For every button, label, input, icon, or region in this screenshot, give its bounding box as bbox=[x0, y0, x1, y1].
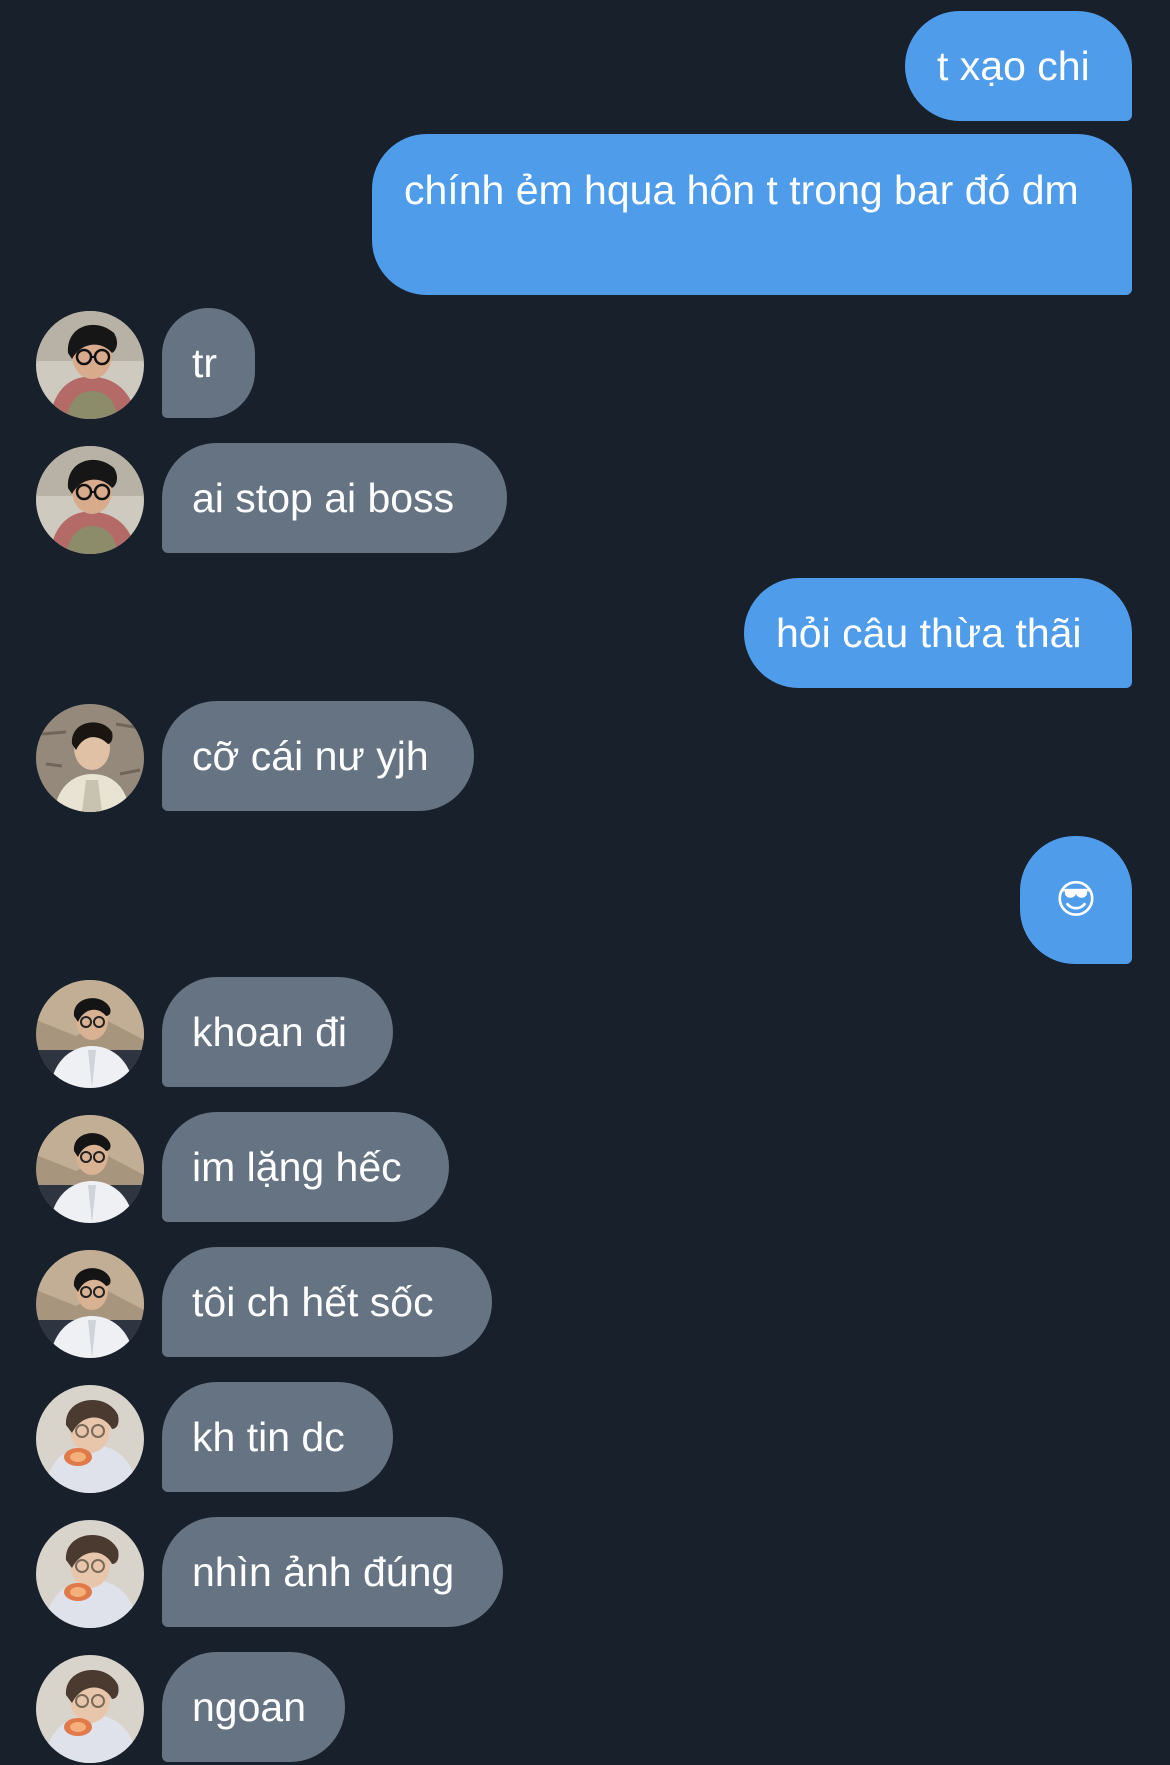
message-incoming[interactable]: cỡ cái nư yjh bbox=[162, 701, 474, 811]
message-incoming[interactable]: ai stop ai boss bbox=[162, 443, 507, 553]
sunglasses-emoji: 😎 bbox=[1055, 878, 1097, 922]
message-text: hỏi câu thừa thãi bbox=[776, 610, 1082, 656]
avatar[interactable] bbox=[36, 1115, 144, 1223]
message-text: cỡ cái nư yjh bbox=[192, 733, 429, 779]
message-text: tr bbox=[192, 340, 218, 386]
avatar[interactable] bbox=[36, 1385, 144, 1493]
message-outgoing[interactable]: 😎 bbox=[1020, 836, 1132, 964]
avatar[interactable] bbox=[36, 1655, 144, 1763]
message-outgoing[interactable]: chính ẻm hqua hôn t trong bar đó dm bbox=[372, 134, 1132, 295]
message-text: khoan đi bbox=[192, 1009, 348, 1055]
message-text: im lặng hếc bbox=[192, 1144, 402, 1190]
message-text: tôi ch hết sốc bbox=[192, 1279, 434, 1325]
message-incoming[interactable]: tôi ch hết sốc bbox=[162, 1247, 492, 1357]
message-incoming[interactable]: ngoan bbox=[162, 1652, 345, 1762]
message-text: t xạo chi bbox=[937, 43, 1090, 89]
message-incoming[interactable]: tr bbox=[162, 308, 255, 418]
avatar[interactable] bbox=[36, 1520, 144, 1628]
avatar[interactable] bbox=[36, 311, 144, 419]
avatar[interactable] bbox=[36, 980, 144, 1088]
chat-thread: t xạo chi chính ẻm hqua hôn t trong bar … bbox=[0, 0, 1170, 1765]
message-text: ngoan bbox=[192, 1684, 307, 1730]
message-outgoing[interactable]: t xạo chi bbox=[905, 11, 1132, 121]
message-incoming[interactable]: im lặng hếc bbox=[162, 1112, 449, 1222]
message-text: ai stop ai boss bbox=[192, 475, 455, 521]
message-outgoing[interactable]: hỏi câu thừa thãi bbox=[744, 578, 1132, 688]
message-text: kh tin dc bbox=[192, 1414, 345, 1460]
message-text: chính ẻm hqua hôn t trong bar đó dm bbox=[404, 167, 1079, 213]
message-incoming[interactable]: nhìn ảnh đúng bbox=[162, 1517, 503, 1627]
avatar[interactable] bbox=[36, 704, 144, 812]
message-text: nhìn ảnh đúng bbox=[192, 1549, 455, 1595]
message-incoming[interactable]: kh tin dc bbox=[162, 1382, 393, 1492]
message-incoming[interactable]: khoan đi bbox=[162, 977, 393, 1087]
avatar[interactable] bbox=[36, 446, 144, 554]
avatar[interactable] bbox=[36, 1250, 144, 1358]
